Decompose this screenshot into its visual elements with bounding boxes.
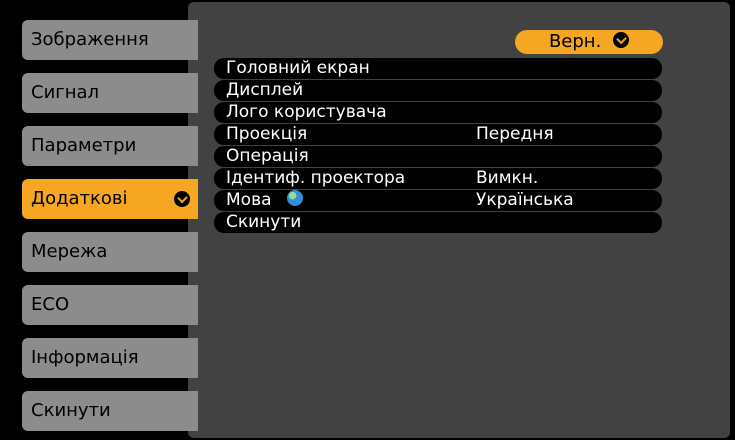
menu-item-value: Передня xyxy=(476,124,554,144)
tab-label: Параметри xyxy=(31,135,137,156)
menu-item-display[interactable]: Дисплей xyxy=(214,80,662,101)
menu-item-label: Лого користувача xyxy=(226,102,387,122)
menu-item-label: Проекція xyxy=(226,124,308,144)
menu-item-home-screen[interactable]: Головний екран xyxy=(214,58,662,79)
tab-label: Додаткові xyxy=(31,188,128,209)
enter-icon xyxy=(613,32,630,48)
menu-item-label: Мова xyxy=(226,190,272,210)
menu-item-user-logo[interactable]: Лого користувача xyxy=(214,102,662,123)
tab-settings[interactable]: Параметри xyxy=(22,126,198,166)
tab-label: ECO xyxy=(31,294,70,315)
back-button[interactable]: Верн. xyxy=(515,30,663,54)
tab-label: Сигнал xyxy=(31,82,100,103)
menu-item-projector-id[interactable]: Ідентиф. проектора Вимкн. xyxy=(214,168,662,189)
menu-item-label: Скинути xyxy=(226,212,302,232)
menu-item-label: Дисплей xyxy=(226,80,304,100)
menu-item-label: Ідентиф. проектора xyxy=(226,168,406,188)
enter-icon xyxy=(174,191,190,207)
menu-item-reset[interactable]: Скинути xyxy=(214,212,662,233)
tab-label: Інформація xyxy=(31,347,139,368)
tab-network[interactable]: Мережа xyxy=(22,232,198,272)
tab-label: Скинути xyxy=(31,400,111,421)
tab-label: Мережа xyxy=(31,241,108,262)
menu-item-label: Головний екран xyxy=(226,58,370,78)
back-button-label: Верн. xyxy=(548,31,602,52)
menu-item-label: Операція xyxy=(226,146,309,166)
tab-signal[interactable]: Сигнал xyxy=(22,73,198,113)
menu-item-value: Українська xyxy=(476,190,574,210)
menu-item-projection[interactable]: Проекція Передня xyxy=(214,124,662,145)
tab-reset[interactable]: Скинути xyxy=(22,391,198,431)
tab-eco[interactable]: ECO xyxy=(22,285,198,325)
main-menu-tabs: Зображення Сигнал Параметри Додаткові Ме… xyxy=(22,20,198,444)
tab-information[interactable]: Інформація xyxy=(22,338,198,378)
globe-icon xyxy=(286,190,303,206)
projector-menu-frame: Зображення Сигнал Параметри Додаткові Ме… xyxy=(0,0,735,440)
menu-item-value: Вимкн. xyxy=(476,168,539,188)
menu-item-language[interactable]: Мова Українська xyxy=(214,190,662,211)
tab-image[interactable]: Зображення xyxy=(22,20,198,60)
tab-extended[interactable]: Додаткові xyxy=(22,179,198,219)
menu-item-operation[interactable]: Операція xyxy=(214,146,662,167)
submenu-list: Головний екран Дисплей Лого користувача … xyxy=(214,58,662,234)
tab-label: Зображення xyxy=(31,29,149,50)
